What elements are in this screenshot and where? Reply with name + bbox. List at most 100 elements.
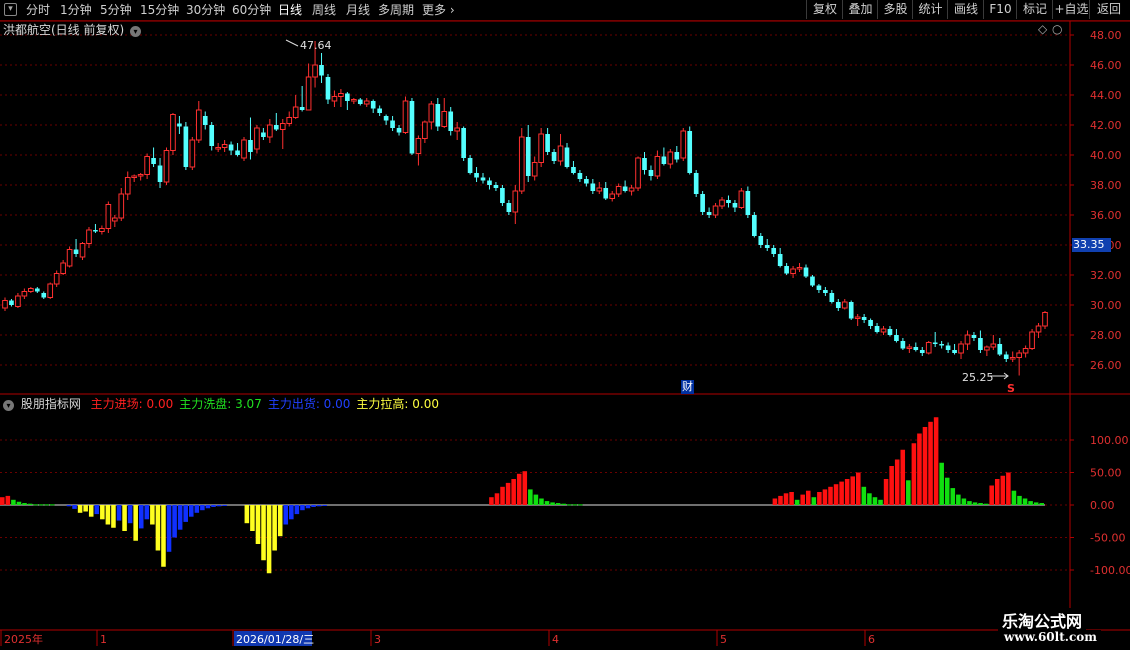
candle-body (21, 291, 28, 297)
indicator-bar (294, 505, 300, 515)
indicator-bar (272, 505, 277, 551)
indicator-bar (1039, 503, 1044, 505)
candle-body (105, 204, 112, 229)
candle-body (183, 126, 189, 167)
candle-body (796, 267, 803, 270)
date-label: 6 (868, 633, 875, 646)
indicator-bar (789, 492, 794, 505)
candle-body (60, 262, 66, 274)
candle-body (1035, 325, 1042, 333)
indicator-bar (138, 505, 144, 529)
candle-body (874, 326, 880, 332)
indicator-bar (922, 427, 928, 505)
candle-body (880, 328, 887, 333)
indicator-bar (489, 497, 494, 505)
indicator-bar (967, 501, 972, 505)
indicator-bar (961, 498, 967, 505)
indicator-bar (894, 459, 900, 505)
candle-body (751, 215, 757, 236)
indicator-bar (550, 502, 555, 505)
indicator-bar (194, 505, 200, 513)
indicator-dropdown-icon[interactable]: ▾ (3, 400, 14, 411)
indicator-bar (188, 505, 194, 517)
indicator-legend: 主力进场: 0.00 主力洗盘: 3.07 主力出货: 0.00 主力拉高: 0.00 (91, 397, 445, 411)
indicator-bar (155, 505, 161, 551)
candle-body (674, 152, 680, 160)
indicator-bar (27, 503, 33, 505)
candle-body (738, 190, 745, 208)
candle-body (261, 132, 266, 137)
indicator-bar (889, 466, 894, 505)
indicator-bar (528, 489, 533, 505)
indicator-bar (1006, 472, 1011, 505)
candle-body (415, 138, 422, 154)
indicator-bar (261, 505, 266, 561)
candle-body (596, 187, 603, 192)
indicator-bar (917, 433, 922, 505)
indicator-bar (978, 503, 983, 505)
candle-body (894, 335, 899, 341)
candle-body (551, 152, 557, 161)
indicator-bar (800, 494, 805, 505)
stock-title-text: 洪都航空(日线 前复权) (3, 23, 125, 37)
kline-chart: 48.0046.0044.0042.0040.0038.0036.0034.00… (0, 20, 1130, 646)
indicator-bar (5, 495, 11, 505)
candle-body (454, 127, 460, 132)
candle-body (758, 236, 764, 245)
candle-body (693, 173, 699, 194)
candle-body (900, 341, 906, 349)
indicator-bar (994, 479, 1000, 505)
candle-body (493, 185, 499, 188)
title-dropdown-icon[interactable]: ▾ (130, 26, 142, 37)
indicator-bar (77, 505, 83, 513)
candle-body (319, 65, 324, 76)
candle-body (771, 248, 777, 254)
legend-item-3: 主力拉高: 0.00 (356, 397, 439, 411)
low-price-label: 25.25 (962, 371, 994, 384)
candle-body (958, 343, 964, 354)
candle-body (118, 193, 125, 219)
candle-body (577, 173, 583, 179)
indicator-bar (122, 505, 127, 531)
indicator-bar (33, 504, 38, 506)
indicator-bar (500, 486, 505, 505)
candle-body (764, 245, 770, 248)
current-price-tag: 33.35 (1072, 238, 1111, 252)
candle-body (221, 144, 228, 148)
candle-body (73, 249, 79, 254)
candle-body (712, 205, 719, 216)
candle-body (286, 117, 293, 124)
indicator-bar (566, 504, 572, 506)
candle-body (538, 133, 544, 163)
candle-body (305, 76, 312, 111)
candle-body (422, 121, 428, 139)
price-tick-label: 32.00 (1090, 269, 1122, 282)
indicator-bar (878, 499, 883, 505)
indicator-bar (22, 503, 27, 505)
indicator-tick-label: -100.00 (1090, 564, 1130, 577)
indicator-bar (100, 505, 105, 520)
price-tick-label: 46.00 (1090, 59, 1122, 72)
indicator-bar (72, 505, 77, 509)
candle-body (835, 302, 841, 308)
candle-body (370, 101, 376, 109)
candle-body (700, 194, 705, 212)
indicator-bar (322, 505, 327, 506)
candle-body (292, 106, 299, 118)
settings-circle-icon[interactable]: ○ (1052, 22, 1062, 36)
indicator-tick-label: 50.00 (1090, 467, 1122, 480)
finance-marker[interactable]: 财 (681, 380, 694, 394)
candle-body (500, 188, 505, 203)
candle-body (642, 158, 647, 170)
candle-body (1003, 354, 1009, 359)
diamond-icon[interactable]: ◇ (1038, 22, 1047, 36)
legend-item-1: 主力洗盘: 3.07 (179, 397, 262, 411)
candle-body (241, 139, 247, 159)
candle-body (506, 203, 512, 212)
indicator-bar (172, 505, 177, 538)
price-tick-label: 28.00 (1090, 329, 1122, 342)
indicator-bar (283, 505, 289, 525)
candle-body (680, 130, 687, 159)
indicator-bar (783, 493, 789, 505)
price-tick-label: 38.00 (1090, 179, 1122, 192)
